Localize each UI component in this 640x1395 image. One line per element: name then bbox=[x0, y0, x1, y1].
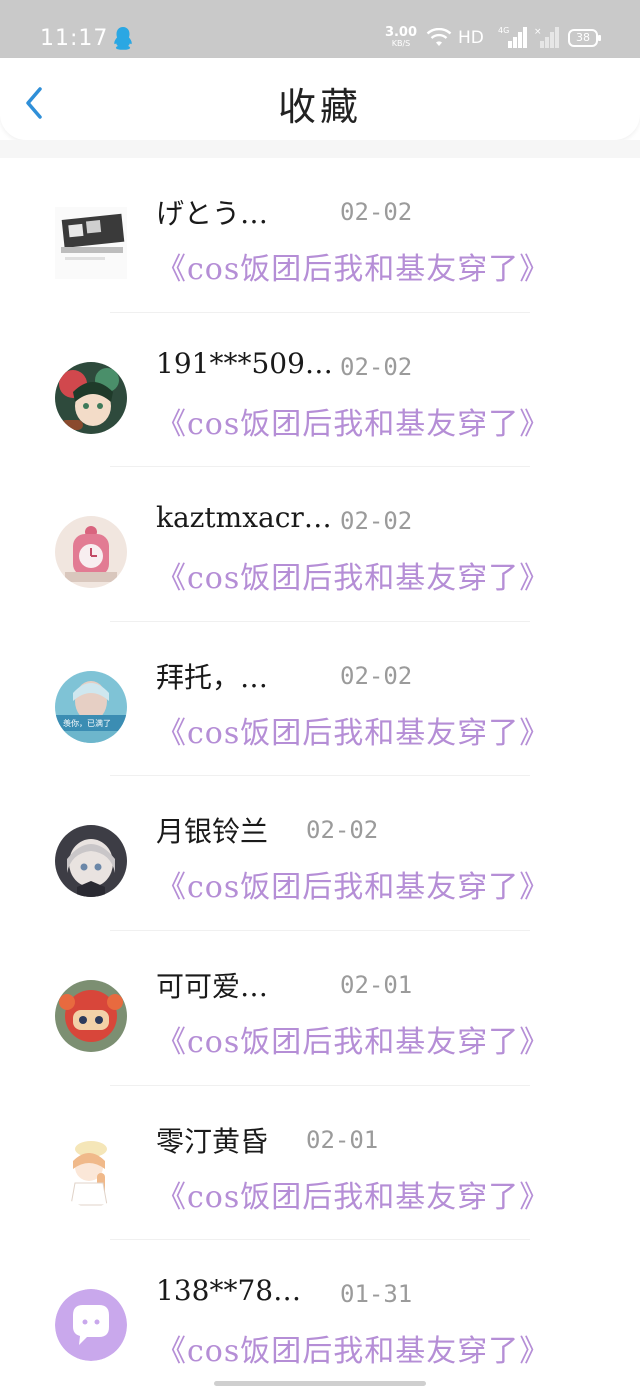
wifi-icon bbox=[426, 28, 452, 46]
favorite-date: 02-02 bbox=[340, 661, 413, 690]
work-title[interactable]: 《cos饭团后我和基友穿了》 bbox=[156, 553, 550, 597]
user-name: 可可爱… bbox=[156, 969, 269, 1003]
work-title[interactable]: 《cos饭团后我和基友穿了》 bbox=[156, 708, 550, 752]
favorite-date: 02-01 bbox=[306, 1125, 379, 1154]
user-avatar[interactable] bbox=[55, 207, 127, 279]
speed-unit: KB/S bbox=[391, 39, 411, 48]
signal-4g-icon: 4G bbox=[498, 26, 527, 48]
network-gen-label: 4G bbox=[498, 26, 509, 35]
user-avatar[interactable] bbox=[55, 1289, 127, 1362]
user-name: 138**78… bbox=[156, 1274, 302, 1308]
favorite-item[interactable]: げとう… 02-02 《cos饭团后我和基友穿了》 bbox=[0, 158, 640, 313]
favorite-item[interactable]: 138**78… 01-31 《cos饭团后我和基友穿了》 bbox=[0, 1240, 640, 1395]
user-avatar[interactable]: 羡你，已满了 bbox=[55, 670, 127, 743]
avatar-caption: 羡你，已满了 bbox=[63, 718, 111, 728]
header-divider bbox=[0, 140, 640, 158]
work-title[interactable]: 《cos饭团后我和基友穿了》 bbox=[156, 399, 550, 443]
favorite-date: 02-02 bbox=[340, 507, 413, 536]
user-avatar[interactable] bbox=[55, 1134, 127, 1207]
speed-value: 3.00 bbox=[384, 25, 418, 40]
user-name: 月银铃兰 bbox=[156, 815, 269, 849]
favorites-list: げとう… 02-02 《cos饭团后我和基友穿了》 191***509… 02-… bbox=[0, 158, 640, 1395]
user-avatar[interactable] bbox=[55, 979, 127, 1052]
user-avatar[interactable] bbox=[55, 516, 127, 589]
user-name: 191***509… bbox=[156, 346, 333, 380]
svg-text:×: × bbox=[534, 27, 542, 37]
status-time: 11:17 bbox=[40, 26, 109, 51]
favorite-date: 02-02 bbox=[306, 816, 379, 845]
favorite-item[interactable]: 可可爱… 02-01 《cos饭团后我和基友穿了》 bbox=[0, 931, 640, 1086]
favorite-item[interactable]: 月银铃兰 02-02 《cos饭团后我和基友穿了》 bbox=[0, 776, 640, 931]
work-title[interactable]: 《cos饭团后我和基友穿了》 bbox=[156, 244, 550, 288]
user-name: 零汀黄昏 bbox=[156, 1124, 269, 1158]
favorite-date: 02-02 bbox=[340, 352, 413, 381]
work-title[interactable]: 《cos饭团后我和基友穿了》 bbox=[156, 1172, 550, 1216]
favorite-item[interactable]: 191***509… 02-02 《cos饭团后我和基友穿了》 bbox=[0, 313, 640, 468]
signal-empty-icon: × bbox=[534, 27, 559, 48]
work-title[interactable]: 《cos饭团后我和基友穿了》 bbox=[156, 1017, 550, 1061]
battery-icon: 38 bbox=[568, 29, 601, 47]
favorite-item[interactable]: 零汀黄昏 02-01 《cos饭团后我和基友穿了》 bbox=[0, 1086, 640, 1241]
work-title[interactable]: 《cos饭团后我和基友穿了》 bbox=[156, 862, 550, 906]
favorite-date: 02-02 bbox=[340, 198, 413, 226]
work-title[interactable]: 《cos饭团后我和基友穿了》 bbox=[156, 1326, 550, 1370]
favorite-date: 02-01 bbox=[340, 970, 413, 999]
hd-label: HD bbox=[458, 28, 484, 48]
user-name: げとう… bbox=[156, 197, 269, 230]
user-avatar[interactable] bbox=[55, 825, 127, 898]
page-title: 收藏 bbox=[277, 85, 362, 129]
qq-icon bbox=[114, 27, 132, 50]
user-name: kaztmxacr… bbox=[156, 501, 332, 535]
user-avatar[interactable] bbox=[55, 361, 127, 434]
home-indicator[interactable] bbox=[214, 1381, 426, 1386]
header-bar: 收藏 bbox=[0, 58, 640, 140]
favorite-item[interactable]: 羡你，已满了 拜托，… 02-02 《cos饭团后我和基友穿了》 bbox=[0, 622, 640, 777]
favorite-date: 01-31 bbox=[340, 1280, 413, 1309]
user-name: 拜托，… bbox=[156, 660, 269, 694]
favorite-item[interactable]: kaztmxacr… 02-02 《cos饭团后我和基友穿了》 bbox=[0, 467, 640, 622]
network-speed: 3.00 KB/S bbox=[384, 26, 418, 48]
